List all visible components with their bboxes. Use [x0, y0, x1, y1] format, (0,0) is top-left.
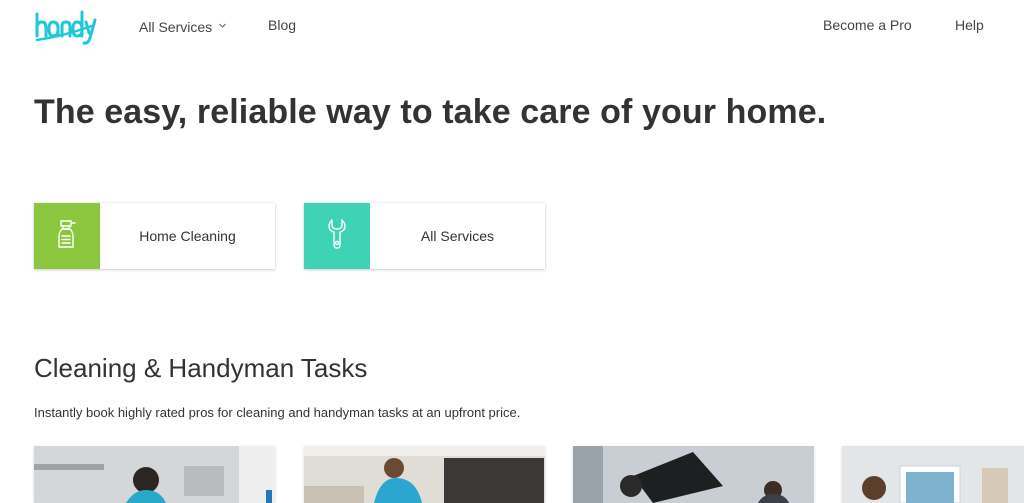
- task-card-tv-mounting-photo[interactable]: [573, 446, 814, 503]
- task-card-cleaning-photo[interactable]: [34, 446, 275, 503]
- nav-blog[interactable]: Blog: [268, 16, 296, 34]
- nav-help[interactable]: Help: [955, 16, 984, 34]
- nav-become-pro[interactable]: Become a Pro: [823, 16, 912, 34]
- spray-bottle-icon: [56, 219, 78, 254]
- hero-title: The easy, reliable way to take care of y…: [34, 93, 827, 131]
- home-cleaning-card[interactable]: Home Cleaning: [34, 203, 275, 269]
- tasks-section-title: Cleaning & Handyman Tasks: [34, 353, 368, 383]
- nav-all-services-label: All Services: [139, 19, 213, 35]
- all-services-card[interactable]: All Services: [304, 203, 545, 269]
- handy-logo[interactable]: [34, 6, 98, 46]
- tasks-section-subtitle: Instantly book highly rated pros for cle…: [34, 405, 521, 420]
- home-cleaning-label: Home Cleaning: [139, 228, 236, 244]
- nav-all-services[interactable]: All Services: [139, 16, 227, 36]
- site-header: All Services Blog Become a Pro Help: [0, 0, 1024, 50]
- home-cleaning-icon-box: [34, 203, 100, 269]
- task-card-picture-hanging-photo[interactable]: [842, 446, 1024, 503]
- all-services-icon-box: [304, 203, 370, 269]
- wrench-icon: [328, 218, 346, 255]
- chevron-down-icon: [218, 16, 227, 28]
- all-services-label: All Services: [420, 228, 495, 244]
- task-card-assembly-photo[interactable]: [304, 446, 545, 503]
